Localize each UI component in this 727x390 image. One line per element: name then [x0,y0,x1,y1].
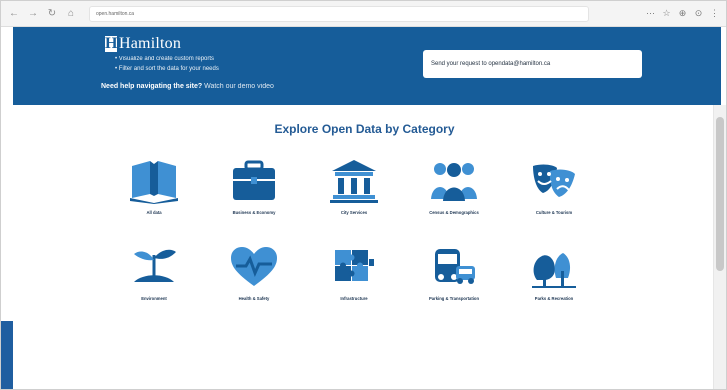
category-census-demographics[interactable]: Census & Demographics [404,156,504,215]
star-icon[interactable]: ☆ [661,8,672,19]
category-grid: All data Business & Economy City Service… [104,156,604,301]
hero-banner: HHamilton • Visualize and create custom … [13,27,721,105]
category-label: Parking & Transportation [428,296,480,301]
heart-pulse-icon [226,242,282,290]
category-health-safety[interactable]: Health & Safety [204,242,304,301]
sprout-icon [126,242,182,290]
site-logo[interactable]: HHamilton [105,35,181,53]
help-link[interactable]: Watch our demo video [204,83,274,90]
category-city-services[interactable]: City Services [304,156,404,215]
category-label: All data [146,210,162,215]
book-icon [126,156,182,204]
help-text: Need help navigating the site? Watch our… [101,83,274,90]
category-label: Health & Safety [238,296,270,301]
category-label: Business & Economy [232,210,276,215]
help-bold-text: Need help navigating the site? [101,83,203,90]
refresh-icon[interactable]: ↻ [45,7,59,21]
category-label: Environment [141,296,167,301]
category-label: Census & Demographics [429,210,479,215]
extensions-icon[interactable]: ⊕ [677,8,688,19]
browser-window: ← → ↻ ⌂ open.hamilton.ca ⋯ ☆ ⊕ ⊙ ⋮ HHami… [0,0,727,390]
category-label: City Services [340,210,368,215]
hero-bullet: • Visualize and create custom reports [115,56,215,62]
theater-masks-icon [526,156,582,204]
address-bar[interactable]: open.hamilton.ca [89,5,589,22]
category-culture-tourism[interactable]: Culture & Tourism [504,156,604,215]
forward-icon[interactable]: → [26,7,40,21]
puzzle-icon [326,242,382,290]
category-business-economy[interactable]: Business & Economy [204,156,304,215]
left-edge-bar [1,321,13,389]
back-icon[interactable]: ← [7,7,21,21]
category-parks-recreation[interactable]: Parks & Recreation [504,242,604,301]
page-title: Explore Open Data by Category [274,122,455,136]
category-environment[interactable]: Environment [104,242,204,301]
trees-icon [526,242,582,290]
category-label: Infrastructure [340,296,368,301]
category-parking-transportation[interactable]: Parking & Transportation [404,242,504,301]
logo-text: Hamilton [119,35,182,52]
profile-icon[interactable]: ⊙ [693,8,704,19]
request-text: Send your request to opendata@hamilton.c… [431,61,551,67]
main-content: Explore Open Data by Category All data B… [13,105,716,389]
building-columns-icon [326,156,382,204]
people-icon [426,156,482,204]
request-email-box[interactable]: Send your request to opendata@hamilton.c… [423,50,642,78]
category-label: Parks & Recreation [534,296,574,301]
category-label: Culture & Tourism [535,210,573,215]
translate-icon[interactable]: ⋯ [645,8,656,19]
scrollbar-thumb[interactable] [716,117,724,271]
briefcase-icon [226,156,282,204]
browser-toolbar: ← → ↻ ⌂ open.hamilton.ca ⋯ ☆ ⊕ ⊙ ⋮ [1,1,726,27]
category-infrastructure[interactable]: Infrastructure [304,242,404,301]
hero-bullets: • Visualize and create custom reports • … [115,54,219,74]
category-all-data[interactable]: All data [104,156,204,215]
home-icon[interactable]: ⌂ [64,7,78,21]
url-text: open.hamilton.ca [96,10,135,17]
bus-car-icon [426,242,482,290]
hero-bullet: • Filter and sort the data for your need… [115,66,219,72]
menu-icon[interactable]: ⋮ [709,8,720,19]
